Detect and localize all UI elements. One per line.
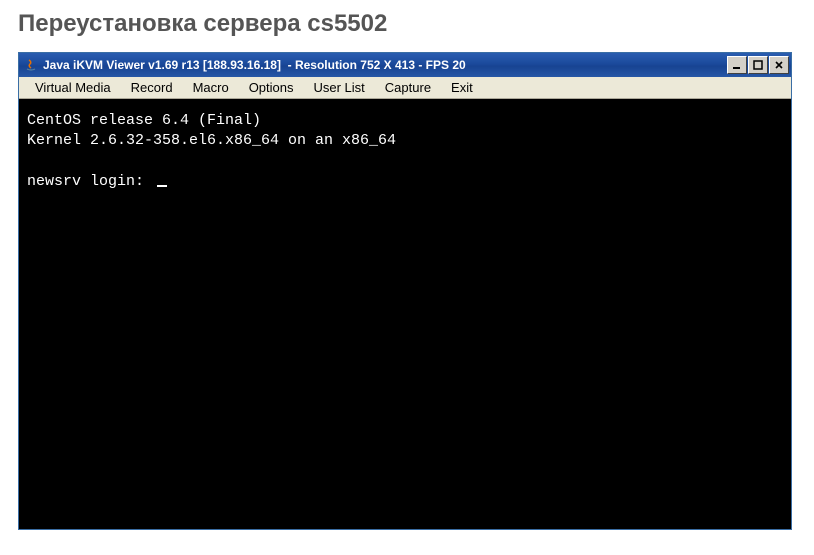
minimize-button[interactable] (727, 56, 747, 74)
menu-exit[interactable]: Exit (441, 78, 483, 97)
close-button[interactable] (769, 56, 789, 74)
cursor (157, 185, 167, 187)
menu-user-list[interactable]: User List (304, 78, 375, 97)
java-icon (23, 57, 39, 73)
terminal[interactable]: CentOS release 6.4 (Final) Kernel 2.6.32… (19, 99, 791, 529)
terminal-line: Kernel 2.6.32-358.el6.x86_64 on an x86_6… (27, 132, 396, 149)
maximize-button[interactable] (748, 56, 768, 74)
window-controls (727, 56, 789, 74)
ikvm-window: Java iKVM Viewer v1.69 r13 [188.93.16.18… (18, 52, 792, 530)
login-prompt: newsrv login: (27, 173, 153, 190)
window-title: Java iKVM Viewer v1.69 r13 [188.93.16.18… (43, 58, 466, 72)
menu-record[interactable]: Record (121, 78, 183, 97)
menu-virtual-media[interactable]: Virtual Media (25, 78, 121, 97)
page-title: Переустановка сервера cs5502 (0, 0, 814, 52)
menubar: Virtual Media Record Macro Options User … (19, 77, 791, 99)
menu-macro[interactable]: Macro (183, 78, 239, 97)
titlebar[interactable]: Java iKVM Viewer v1.69 r13 [188.93.16.18… (19, 53, 791, 77)
terminal-line: CentOS release 6.4 (Final) (27, 112, 261, 129)
menu-options[interactable]: Options (239, 78, 304, 97)
menu-capture[interactable]: Capture (375, 78, 441, 97)
